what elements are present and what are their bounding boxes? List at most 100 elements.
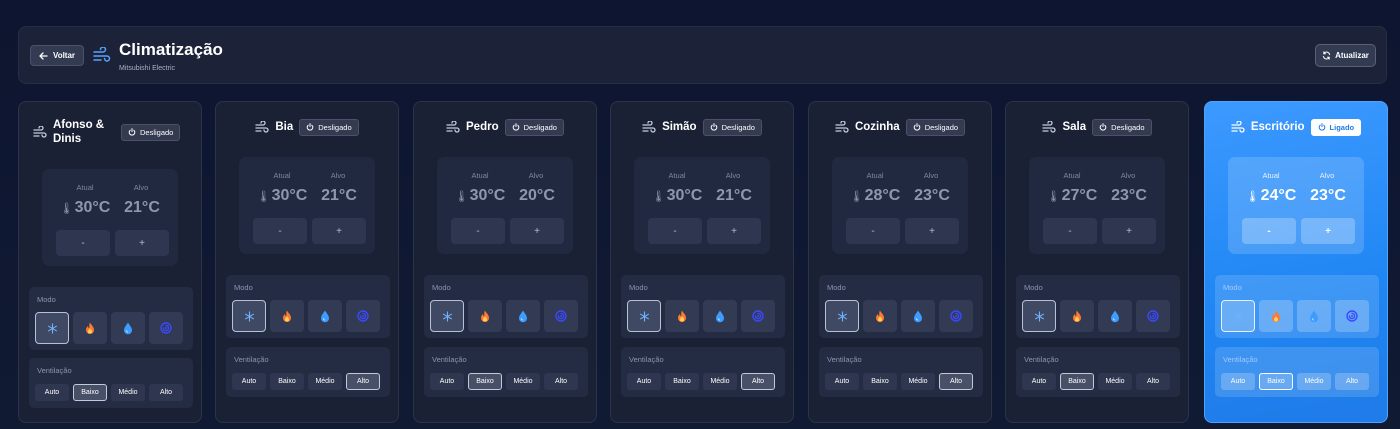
mode-button[interactable]: [270, 300, 304, 332]
mode-button[interactable]: [544, 300, 578, 332]
decrease-button[interactable]: -: [253, 218, 307, 244]
mode-button[interactable]: [1221, 300, 1255, 332]
fan-speed-button[interactable]: Médio: [703, 373, 737, 390]
mode-button[interactable]: [1259, 300, 1293, 332]
room-card: Bia Desligado Atual Alvo 🌡30°C 21°C - + …: [215, 101, 399, 423]
ventilation-label: Ventilação: [827, 355, 862, 364]
mode-button[interactable]: [35, 312, 69, 344]
snowflake-icon: [244, 310, 255, 322]
mode-button[interactable]: [111, 312, 145, 344]
decrease-button[interactable]: -: [1043, 218, 1097, 244]
mode-button[interactable]: [1335, 300, 1369, 332]
refresh-button[interactable]: Atualizar: [1315, 44, 1376, 67]
droplet-icon: [123, 322, 133, 335]
mode-button[interactable]: [825, 300, 859, 332]
mode-button[interactable]: [1022, 300, 1056, 332]
fan-speed-button[interactable]: Baixo: [73, 384, 107, 401]
fan-speed-button[interactable]: Médio: [1297, 373, 1331, 390]
mode-label: Modo: [432, 283, 451, 292]
mode-label: Modo: [827, 283, 846, 292]
back-button[interactable]: Voltar: [30, 45, 84, 66]
power-status: Desligado: [721, 122, 755, 132]
fan-speed-button[interactable]: Médio: [111, 384, 145, 401]
mode-button[interactable]: [1060, 300, 1094, 332]
power-status: Desligado: [523, 122, 557, 132]
mode-button[interactable]: [939, 300, 973, 332]
mode-button[interactable]: [703, 300, 737, 332]
mode-button[interactable]: [506, 300, 540, 332]
fan-speed-button[interactable]: Auto: [430, 373, 464, 390]
increase-button[interactable]: +: [1102, 218, 1156, 244]
fan-speed-button[interactable]: Auto: [232, 373, 266, 390]
ventilation-label: Ventilação: [234, 355, 269, 364]
fan-speed-button[interactable]: Médio: [308, 373, 342, 390]
ventilation-label: Ventilação: [37, 366, 72, 375]
fan-speed-button[interactable]: Auto: [35, 384, 69, 401]
increase-button[interactable]: +: [1301, 218, 1355, 244]
flame-icon: [282, 310, 292, 323]
increase-button[interactable]: +: [707, 218, 761, 244]
power-toggle-button[interactable]: Ligado: [1310, 118, 1362, 136]
ventilation-section: Ventilação Auto Baixo Médio Alto: [819, 347, 983, 397]
increase-button[interactable]: +: [115, 230, 169, 256]
mode-button[interactable]: [901, 300, 935, 332]
fan-speed-button[interactable]: Alto: [1335, 373, 1369, 390]
power-toggle-button[interactable]: Desligado: [905, 118, 966, 136]
current-temperature-value: 28°C: [864, 187, 901, 204]
fan-speed-button[interactable]: Baixo: [270, 373, 304, 390]
decrease-button[interactable]: -: [1242, 218, 1296, 244]
mode-button[interactable]: [1098, 300, 1132, 332]
power-toggle-button[interactable]: Desligado: [504, 118, 564, 136]
increase-button[interactable]: +: [510, 218, 564, 244]
fan-speed-button[interactable]: Alto: [1136, 373, 1170, 390]
fan-speed-button[interactable]: Alto: [939, 373, 973, 390]
power-icon: [1318, 123, 1326, 131]
mode-button[interactable]: [232, 300, 266, 332]
fan-speed-button[interactable]: Baixo: [1259, 373, 1293, 390]
fan-speed-button[interactable]: Alto: [346, 373, 380, 390]
target-temperature: 21°C: [321, 187, 357, 204]
mode-button[interactable]: [73, 312, 107, 344]
mode-button[interactable]: [468, 300, 502, 332]
mode-button[interactable]: [627, 300, 661, 332]
increase-button[interactable]: +: [312, 218, 366, 244]
fan-speed-button[interactable]: Médio: [506, 373, 540, 390]
decrease-button[interactable]: -: [846, 218, 900, 244]
target-label: Alvo: [528, 171, 544, 180]
mode-button[interactable]: [1297, 300, 1331, 332]
fan-speed-button[interactable]: Baixo: [665, 373, 699, 390]
fan-speed-button[interactable]: Auto: [1022, 373, 1056, 390]
decrease-button[interactable]: -: [648, 218, 702, 244]
mode-button[interactable]: [346, 300, 380, 332]
increase-button[interactable]: +: [905, 218, 959, 244]
decrease-button[interactable]: -: [56, 230, 110, 256]
mode-button[interactable]: [665, 300, 699, 332]
mode-button[interactable]: [1136, 300, 1170, 332]
fan-speed-button[interactable]: Baixo: [468, 373, 502, 390]
mode-button[interactable]: [430, 300, 464, 332]
mode-button[interactable]: [149, 312, 183, 344]
mode-button[interactable]: [308, 300, 342, 332]
fan-speed-button[interactable]: Alto: [544, 373, 578, 390]
mode-button[interactable]: [863, 300, 897, 332]
fan-speed-button[interactable]: Auto: [825, 373, 859, 390]
fan-speed-button[interactable]: Auto: [627, 373, 661, 390]
fan-speed-button[interactable]: Auto: [1221, 373, 1255, 390]
fan-speed-button[interactable]: Médio: [901, 373, 935, 390]
fan-speed-button[interactable]: Médio: [1098, 373, 1132, 390]
power-toggle-button[interactable]: Desligado: [299, 118, 359, 136]
current-temperature-value: 30°C: [74, 199, 111, 216]
temperature-panel: Atual Alvo 🌡28°C 23°C - +: [832, 157, 968, 254]
power-toggle-button[interactable]: Desligado: [702, 118, 762, 136]
fan-speed-button[interactable]: Baixo: [1060, 373, 1094, 390]
swirl-icon: [1346, 310, 1358, 322]
mode-label: Modo: [37, 295, 56, 304]
fan-speed-button[interactable]: Baixo: [863, 373, 897, 390]
power-toggle-button[interactable]: Desligado: [121, 123, 181, 141]
mode-button[interactable]: [741, 300, 775, 332]
decrease-button[interactable]: -: [451, 218, 505, 244]
fan-speed-button[interactable]: Alto: [149, 384, 183, 401]
power-toggle-button[interactable]: Desligado: [1092, 118, 1152, 136]
current-label: Atual: [1262, 171, 1280, 180]
fan-speed-button[interactable]: Alto: [741, 373, 775, 390]
